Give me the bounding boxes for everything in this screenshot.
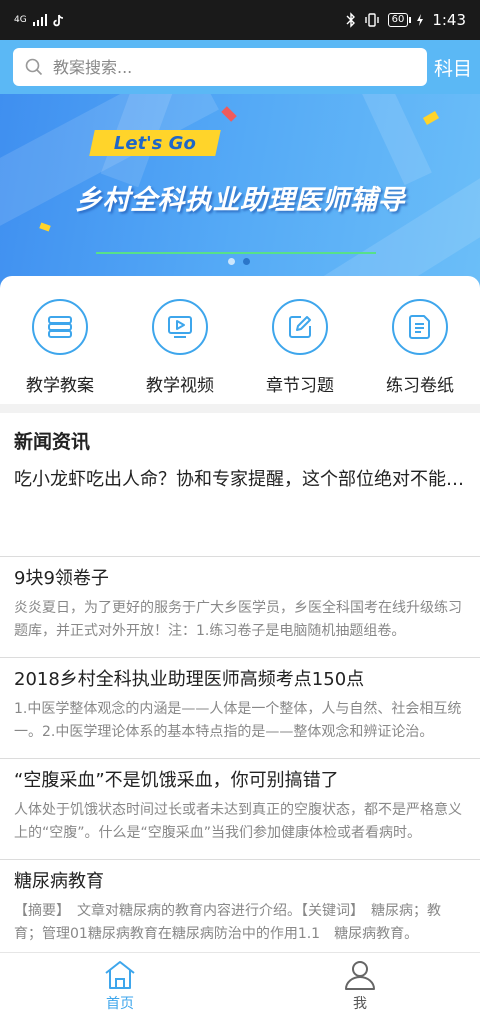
article-summary: 人体处于饥饿状态时间过长或者未达到真正的空腹状态，都不是严格意义上的“空腹”。什… <box>14 802 462 841</box>
nav-me[interactable]: 我 <box>240 953 480 1013</box>
banner-carousel[interactable]: Let's Go 乡村全科执业助理医师辅导 <box>0 94 480 288</box>
confetti-decoration <box>422 111 440 125</box>
quick-menu: 教学教案 教学视频 章节习题 练习卷纸 <box>0 276 480 404</box>
quick-label: 章节习题 <box>266 376 334 396</box>
battery-icon: 60 <box>387 13 412 27</box>
bottom-nav: 首页 我 <box>0 952 480 1013</box>
banner-decoration <box>358 94 432 186</box>
tiktok-icon <box>53 14 63 26</box>
quick-label: 练习卷纸 <box>386 376 454 396</box>
carousel-dot[interactable] <box>228 258 235 265</box>
carousel-indicator <box>228 258 250 265</box>
carousel-dot-active[interactable] <box>243 258 250 265</box>
article-item[interactable]: 糖尿病教育 【摘要】 文章对糖尿病的教育内容进行介绍。【关键词】 糖尿病；教育；… <box>0 860 480 961</box>
banner-underline <box>96 252 376 254</box>
user-icon <box>345 961 375 990</box>
search-input[interactable] <box>53 57 393 77</box>
nav-home[interactable]: 首页 <box>0 953 240 1013</box>
banner-title: 乡村全科执业助理医师辅导 <box>75 185 405 216</box>
quick-label: 教学教案 <box>26 376 94 396</box>
quick-item-teaching-videos[interactable]: 教学视频 <box>120 276 240 404</box>
confetti-decoration <box>39 222 51 232</box>
status-bar: 4G 60 1:43 <box>0 0 480 40</box>
section-divider <box>0 404 480 413</box>
article-list: 9块9领卷子 炎炎夏日，为了更好的服务于广大乡医学员，乡医全科国考在线升级练习题… <box>0 557 480 961</box>
signal-icon <box>32 14 47 26</box>
quick-item-practice-papers[interactable]: 练习卷纸 <box>360 276 480 404</box>
quick-item-teaching-plans[interactable]: 教学教案 <box>0 276 120 404</box>
nav-label: 首页 <box>106 996 134 1012</box>
quick-item-chapter-exercises[interactable]: 章节习题 <box>240 276 360 404</box>
bluetooth-icon <box>346 12 355 28</box>
battery-level: 60 <box>391 14 405 25</box>
headline-news[interactable]: 吃小龙虾吃出人命？协和专家提醒，这个部位绝对不能吃！ <box>14 465 466 491</box>
article-summary: 炎炎夏日，为了更好的服务于广大乡医学员，乡医全科国考在线升级练习题库，并正式对外… <box>14 600 462 639</box>
article-title: 2018乡村全科执业助理医师高频考点150点 <box>14 669 365 690</box>
search-header: 科目 <box>0 40 480 94</box>
article-title: 9块9领卷子 <box>14 568 109 589</box>
confetti-decoration <box>221 106 237 122</box>
network-type: 4G <box>14 14 27 25</box>
status-left: 4G <box>14 14 65 27</box>
article-title: 糖尿病教育 <box>14 871 104 892</box>
nav-label: 我 <box>353 996 367 1012</box>
article-item[interactable]: “空腹采血”不是饥饿采血，你可别搞错了 人体处于饥饿状态时间过长或者未达到真正的… <box>0 759 480 860</box>
home-icon <box>105 961 135 989</box>
banner-tag-text: Let's Go <box>114 132 196 154</box>
banner-tag: Let's Go <box>89 130 221 156</box>
banner-decoration <box>306 148 480 288</box>
article-item[interactable]: 9块9领卷子 炎炎夏日，为了更好的服务于广大乡医学员，乡医全科国考在线升级练习题… <box>0 557 480 658</box>
book-stack-icon <box>32 299 88 355</box>
search-box[interactable] <box>13 48 427 86</box>
document-icon <box>392 299 448 355</box>
quick-label: 教学视频 <box>146 376 214 396</box>
search-icon <box>25 58 43 76</box>
subject-button[interactable]: 科目 <box>434 54 472 81</box>
news-section-title: 新闻资讯 <box>14 431 91 453</box>
charging-icon <box>417 14 424 26</box>
edit-pencil-icon <box>272 299 328 355</box>
video-play-icon <box>152 299 208 355</box>
status-right: 60 1:43 <box>346 11 466 29</box>
article-title: “空腹采血”不是饥饿采血，你可别搞错了 <box>14 770 339 791</box>
article-summary: 【摘要】 文章对糖尿病的教育内容进行介绍。【关键词】 糖尿病；教育；管理01糖尿… <box>14 903 441 942</box>
article-item[interactable]: 2018乡村全科执业助理医师高频考点150点 1.中医学整体观念的内涵是——人体… <box>0 658 480 759</box>
article-summary: 1.中医学整体观念的内涵是——人体是一个整体，人与自然、社会相互统一。2.中医学… <box>14 701 462 740</box>
clock: 1:43 <box>432 11 466 29</box>
vibrate-icon <box>364 13 379 27</box>
